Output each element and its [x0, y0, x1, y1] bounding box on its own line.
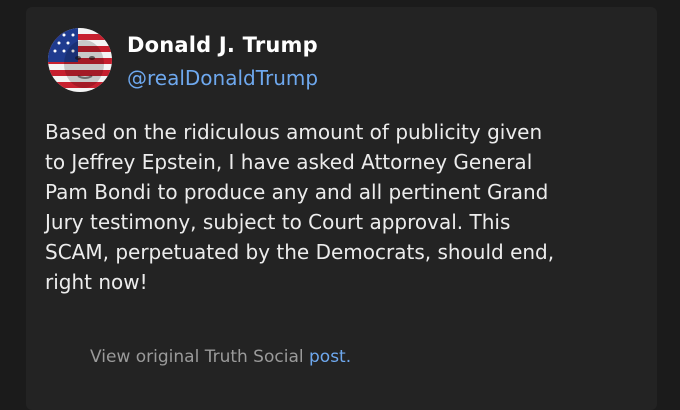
author-handle[interactable]: @realDonaldTrump [127, 63, 318, 93]
post-header: Donald J. Trump @realDonaldTrump [48, 28, 318, 93]
display-name[interactable]: Donald J. Trump [127, 31, 318, 59]
post-text: Based on the ridiculous amount of public… [45, 120, 555, 294]
original-post-link[interactable]: post. [309, 347, 351, 367]
post-card: Donald J. Trump @realDonaldTrump Based o… [26, 7, 657, 410]
view-original-footer: View original Truth Social post. [90, 345, 351, 369]
flag-face-avatar-icon [48, 28, 112, 92]
avatar[interactable] [48, 28, 112, 92]
author-info: Donald J. Trump @realDonaldTrump [127, 28, 318, 93]
footer-prefix: View original Truth Social [90, 347, 309, 367]
